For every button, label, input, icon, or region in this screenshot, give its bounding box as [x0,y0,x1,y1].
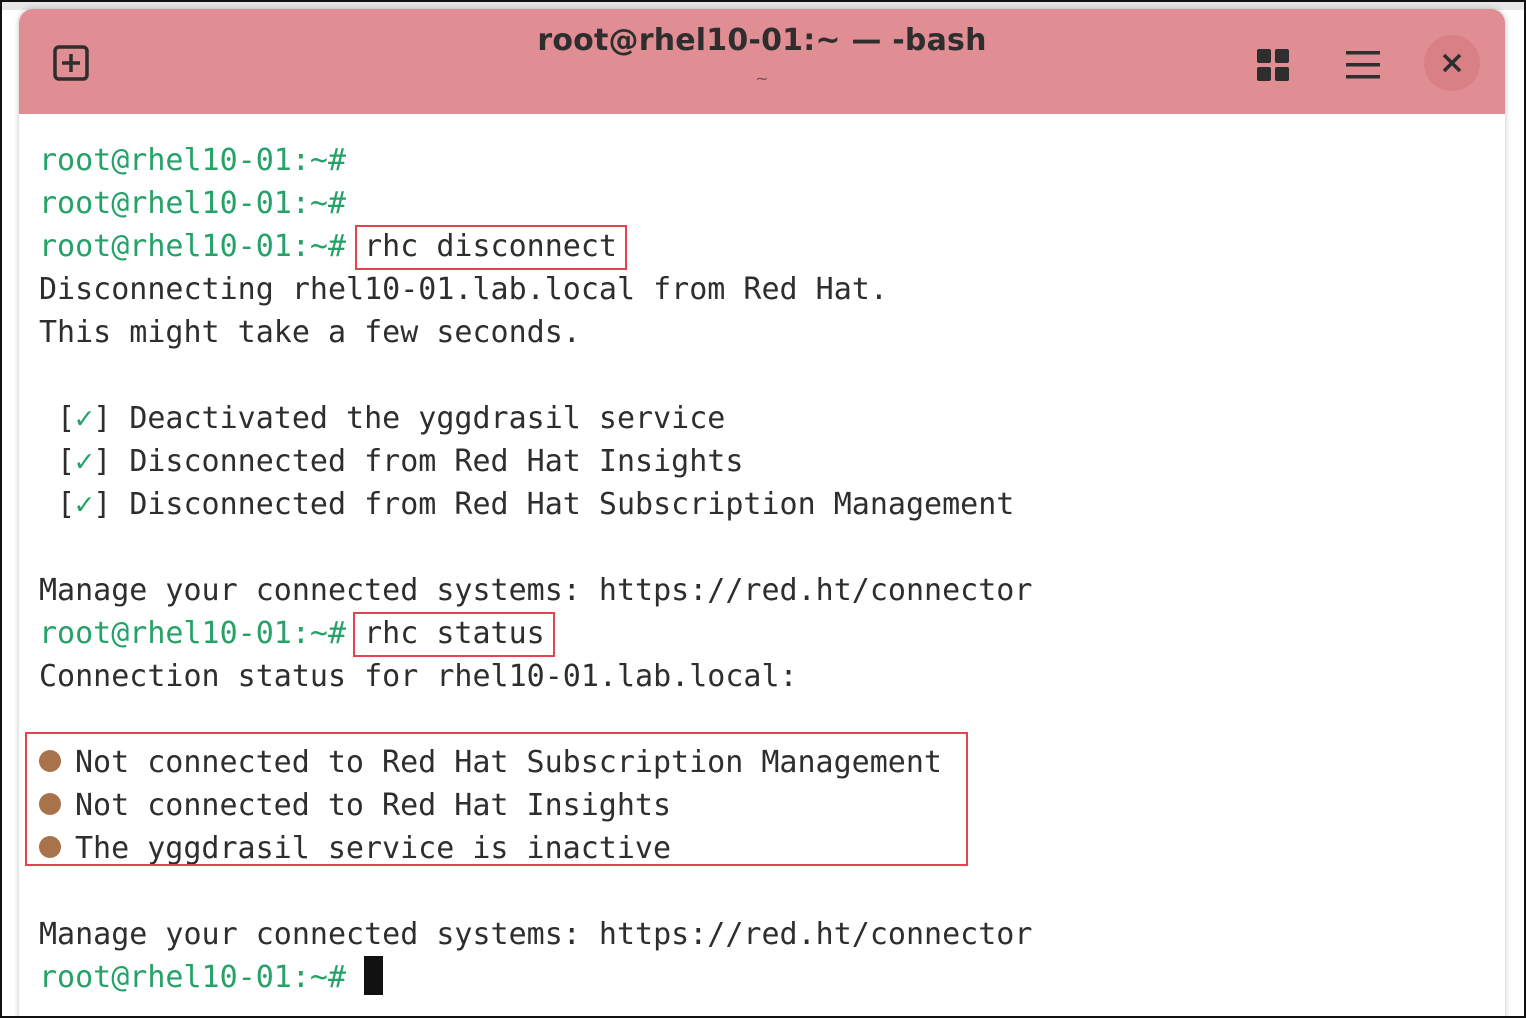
output-line: Disconnecting rhel10-01.lab.local from R… [39,272,888,307]
highlight-status-command [353,612,555,657]
checklist-item: [✓] Disconnected from Red Hat Insights [39,440,743,483]
view-button[interactable] [1249,41,1297,89]
highlight-status-output [25,732,968,866]
main-menu-button[interactable] [1339,41,1387,89]
title-bar[interactable]: root@rhel10-01:~ — -bash ~ [19,9,1505,114]
output-line: Manage your connected systems: https://r… [39,573,1033,608]
terminal-output[interactable]: root@rhel10-01:~# root@rhel10-01:~# root… [19,114,1505,1016]
shell-prompt: root@rhel10-01:~# [39,960,347,995]
check-bracket-open: [ [39,401,76,436]
shell-prompt: root@rhel10-01:~# [39,616,347,651]
close-button[interactable] [1424,35,1480,91]
checklist-item: [✓] Disconnected from Red Hat Subscripti… [39,483,1014,526]
output-line: Connection status for rhel10-01.lab.loca… [39,659,798,694]
terminal-window: root@rhel10-01:~ — -bash ~ root@rhel10-0… [19,9,1505,1016]
checklist-text: Disconnected from Red Hat Insights [129,444,744,479]
highlight-disconnect-command [355,225,627,270]
prompt-line: root@rhel10-01:~# [39,139,346,182]
prompt-line: root@rhel10-01:~# [39,956,384,999]
check-bracket-close: ] [93,444,130,479]
check-bracket-open: [ [39,444,76,479]
close-icon [1442,53,1462,73]
shell-prompt: root@rhel10-01:~# [39,229,347,264]
shell-prompt: root@rhel10-01:~# [39,143,347,178]
hamburger-menu-icon [1346,51,1380,79]
checklist-text: Disconnected from Red Hat Subscription M… [129,487,1015,522]
screenshot-frame: root@rhel10-01:~ — -bash ~ root@rhel10-0… [0,0,1526,1018]
check-bracket-close: ] [93,487,130,522]
checklist-item: [✓] Deactivated the yggdrasil service [39,397,725,440]
checklist-text: Deactivated the yggdrasil service [129,401,726,436]
output-line: Manage your connected systems: https://r… [39,917,1033,952]
text-cursor [364,956,384,995]
check-bracket-open: [ [39,487,76,522]
check-icon: ✓ [75,401,94,436]
output-line: This might take a few seconds. [39,315,581,350]
command-text [346,960,364,995]
check-icon: ✓ [75,487,94,522]
check-icon: ✓ [75,444,94,479]
check-bracket-close: ] [93,401,130,436]
prompt-line: root@rhel10-01:~# [39,182,346,225]
shell-prompt: root@rhel10-01:~# [39,186,347,221]
grid-view-icon [1257,49,1289,81]
